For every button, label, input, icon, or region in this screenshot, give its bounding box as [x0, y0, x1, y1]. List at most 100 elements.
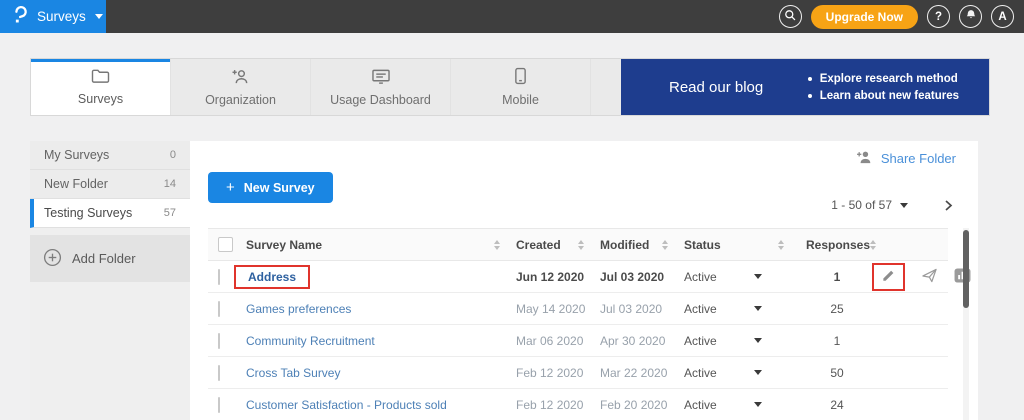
tab-surveys[interactable]: Surveys: [31, 59, 171, 115]
survey-name-link[interactable]: Games preferences: [246, 302, 351, 316]
blog-bullet: Explore research method: [808, 73, 959, 85]
folder-label: New Folder: [44, 177, 108, 191]
survey-name-link[interactable]: Address: [248, 270, 296, 284]
blog-banner-bullets: Explore research method Learn about new …: [808, 68, 959, 107]
plus-icon: +: [226, 179, 235, 196]
blog-banner[interactable]: Read our blog Explore research method Le…: [621, 59, 989, 115]
status-cell: Active: [676, 389, 792, 420]
folder-count: 0: [170, 149, 176, 161]
header-responses[interactable]: Responses: [792, 229, 868, 260]
folder-label: Testing Surveys: [44, 206, 132, 220]
responses-count: 25: [792, 302, 868, 316]
status-dropdown-caret-icon[interactable]: [754, 402, 762, 407]
new-survey-button[interactable]: + New Survey: [208, 172, 333, 203]
product-name: Surveys: [37, 9, 86, 24]
sort-icon[interactable]: [578, 240, 584, 250]
status-cell: Active: [676, 261, 792, 292]
chevron-down-icon: [95, 14, 103, 19]
bell-icon: [965, 9, 977, 24]
header-status[interactable]: Status: [676, 229, 792, 260]
sidebar-item-my-surveys[interactable]: My Surveys 0: [30, 141, 190, 170]
sidebar-item-new-folder[interactable]: New Folder 14: [30, 170, 190, 199]
search-button[interactable]: [779, 5, 802, 28]
modified-date: Apr 30 2020: [592, 334, 676, 348]
new-survey-label: New Survey: [244, 181, 315, 195]
monitor-icon: [371, 68, 391, 88]
avatar-initial: A: [998, 11, 1006, 23]
folder-count: 57: [164, 207, 176, 219]
table-row: Cross Tab Survey Feb 12 2020 Mar 22 2020…: [208, 357, 948, 389]
modified-date: Jul 03 2020: [592, 270, 676, 284]
responses-count: 1: [792, 334, 868, 348]
product-switcher[interactable]: Surveys: [0, 0, 106, 33]
header-actions: [868, 229, 948, 260]
status-dropdown-caret-icon[interactable]: [754, 306, 762, 311]
header-created[interactable]: Created: [508, 229, 592, 260]
upgrade-now-button[interactable]: Upgrade Now: [811, 5, 918, 29]
topbar: Surveys Upgrade Now ? A: [0, 0, 1024, 33]
main-panel: Share Folder + New Survey 1 - 50 of 57 S…: [190, 141, 978, 420]
row-checkbox[interactable]: [218, 397, 220, 413]
survey-name-link[interactable]: Customer Satisfaction - Products sold: [246, 398, 447, 412]
modified-date: Mar 22 2020: [592, 366, 676, 380]
row-checkbox[interactable]: [218, 333, 220, 349]
survey-name-link[interactable]: Cross Tab Survey: [246, 366, 340, 380]
tab-label: Surveys: [78, 92, 123, 106]
smartphone-icon: [514, 67, 527, 88]
folder-label: My Surveys: [44, 148, 109, 162]
pagination-dropdown-caret-icon[interactable]: [900, 203, 908, 208]
tab-label: Usage Dashboard: [330, 93, 431, 107]
survey-name-link[interactable]: Community Recruitment: [246, 334, 375, 348]
row-checkbox[interactable]: [218, 301, 220, 317]
scrollbar-thumb[interactable]: [963, 230, 969, 308]
sort-icon[interactable]: [494, 240, 500, 250]
header-survey-name[interactable]: Survey Name: [246, 229, 508, 260]
table-scrollbar[interactable]: [963, 228, 969, 420]
responses-count: 50: [792, 366, 868, 380]
plus-circle-icon: [43, 248, 62, 270]
row-checkbox[interactable]: [218, 269, 220, 285]
table-row: Community Recruitment Mar 06 2020 Apr 30…: [208, 325, 948, 357]
status-dropdown-caret-icon[interactable]: [754, 370, 762, 375]
sidebar-filler: [30, 282, 190, 420]
select-all-checkbox[interactable]: [218, 237, 233, 252]
tab-mobile[interactable]: Mobile: [451, 59, 591, 115]
share-folder-link[interactable]: Share Folder: [856, 150, 956, 167]
tab-strip: Surveys Organization Usage Dashboard: [30, 58, 990, 116]
next-page-button[interactable]: [942, 199, 954, 212]
table-row: Games preferences May 14 2020 Jul 03 202…: [208, 293, 948, 325]
status-dropdown-caret-icon[interactable]: [754, 274, 762, 279]
notifications-button[interactable]: [959, 5, 982, 28]
add-folder-button[interactable]: Add Folder: [30, 235, 190, 282]
surveys-table: Survey Name Created Modified Status Resp…: [208, 228, 948, 420]
sidebar-item-testing-surveys[interactable]: Testing Surveys 57: [30, 199, 190, 228]
avatar[interactable]: A: [991, 5, 1014, 28]
people-add-icon: [231, 68, 251, 88]
row-actions: [868, 263, 971, 291]
tab-organization[interactable]: Organization: [171, 59, 311, 115]
header-modified[interactable]: Modified: [592, 229, 676, 260]
blog-bullet: Learn about new features: [808, 90, 959, 102]
sort-icon[interactable]: [662, 240, 668, 250]
help-button[interactable]: ?: [927, 5, 950, 28]
status-cell: Active: [676, 325, 792, 356]
header-checkbox-cell: [208, 229, 246, 260]
table-row: Customer Satisfaction - Products sold Fe…: [208, 389, 948, 420]
status-value: Active: [684, 334, 717, 348]
sort-icon[interactable]: [778, 240, 784, 250]
created-date: May 14 2020: [508, 302, 592, 316]
status-dropdown-caret-icon[interactable]: [754, 338, 762, 343]
search-icon: [784, 9, 797, 25]
created-date: Feb 12 2020: [508, 366, 592, 380]
row-checkbox[interactable]: [218, 365, 220, 381]
edit-button[interactable]: [872, 263, 905, 291]
send-button[interactable]: [921, 268, 938, 286]
status-value: Active: [684, 270, 717, 284]
status-cell: Active: [676, 293, 792, 324]
tab-usage-dashboard[interactable]: Usage Dashboard: [311, 59, 451, 115]
proprofs-logo-icon: [13, 5, 28, 29]
annotation-red-box: Address: [234, 265, 310, 289]
folder-icon: [91, 68, 110, 87]
created-date: Jun 12 2020: [508, 270, 592, 284]
pagination: 1 - 50 of 57: [831, 198, 954, 212]
